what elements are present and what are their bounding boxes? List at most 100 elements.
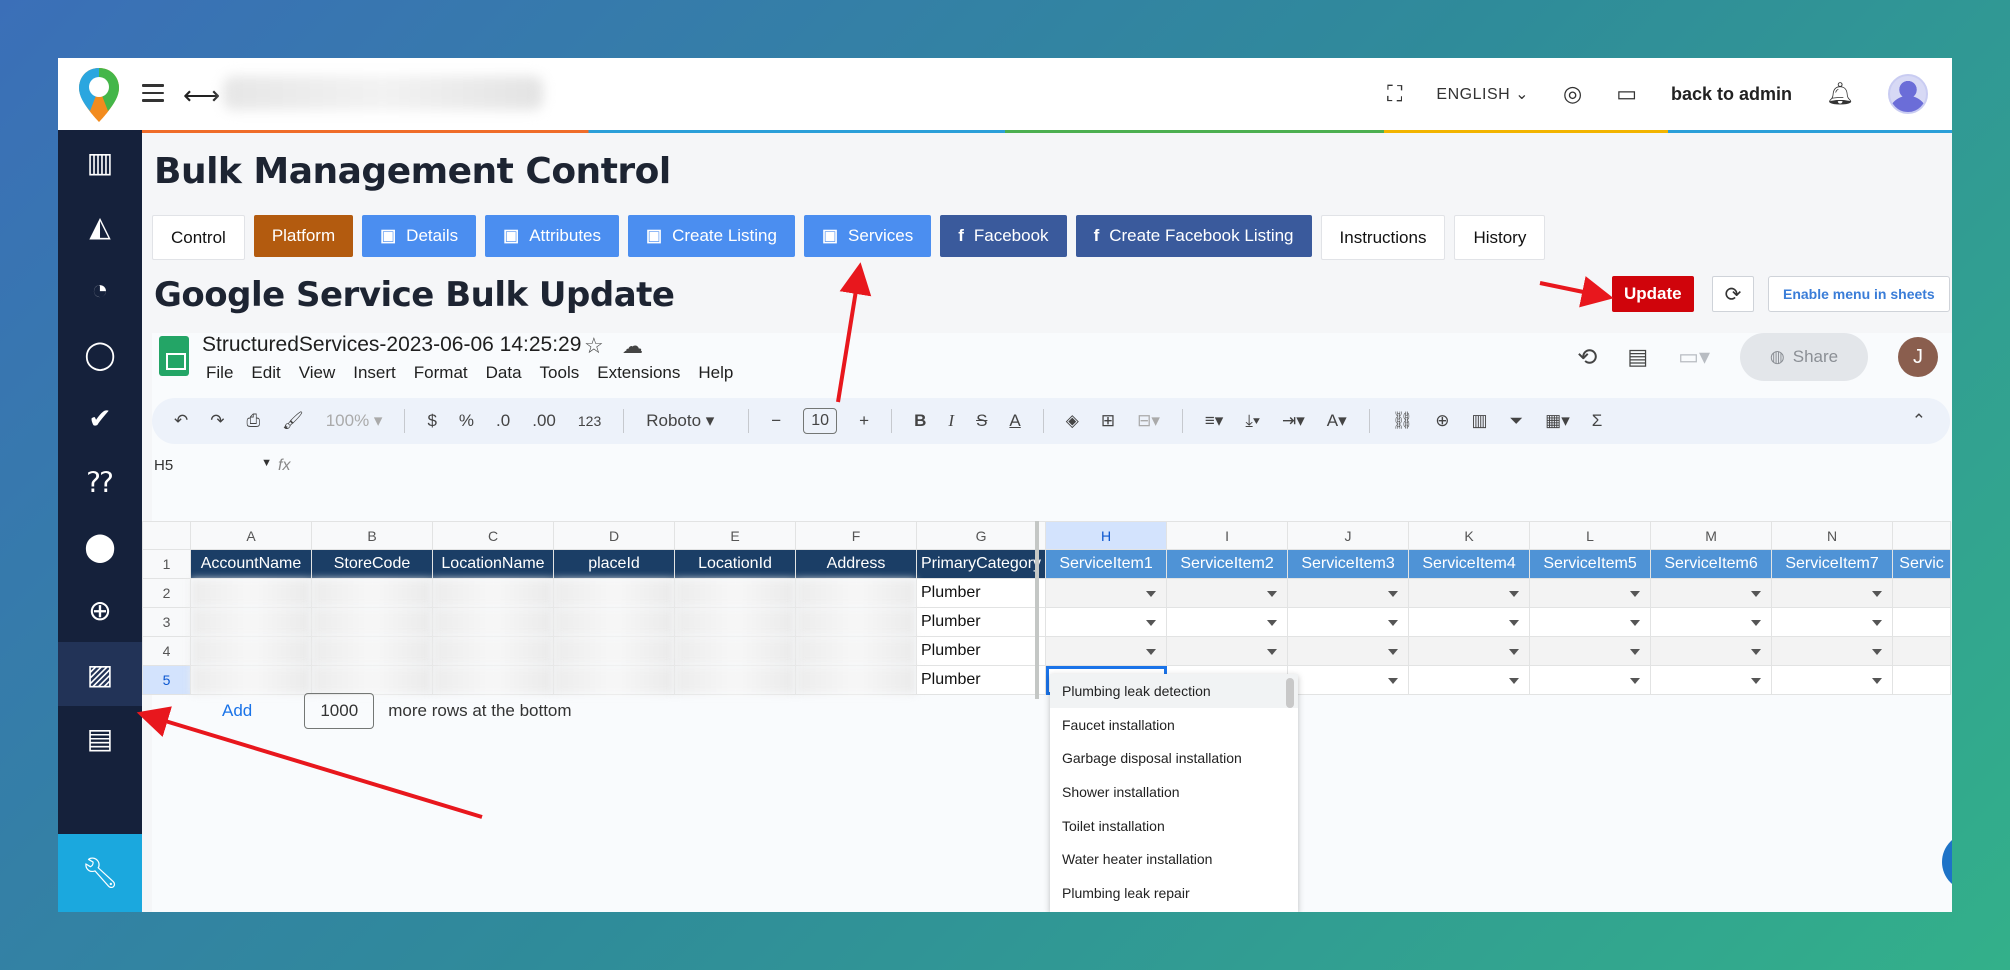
blurred-cell[interactable] — [190, 665, 312, 695]
service-dropdown-cell[interactable] — [1287, 636, 1410, 666]
dropdown-option[interactable]: Shower installation — [1050, 775, 1298, 809]
blurred-cell[interactable] — [311, 607, 433, 637]
row-number[interactable]: 1 — [142, 549, 191, 579]
location-pin-icon[interactable]: ⬤ — [58, 514, 142, 578]
cloud-status-icon[interactable]: ☁ — [622, 334, 643, 359]
decrease-font-icon[interactable]: − — [771, 411, 781, 431]
language-selector[interactable]: ENGLISH ⌄ — [1436, 84, 1529, 104]
blurred-cell[interactable] — [190, 607, 312, 637]
service-dropdown-cell[interactable] — [1166, 636, 1289, 666]
service-dropdown-cell[interactable] — [1408, 665, 1531, 695]
tab-control[interactable]: Control — [152, 215, 245, 260]
service-dropdown-cell[interactable] — [1529, 578, 1652, 608]
support-icon[interactable]: ◎ — [1563, 81, 1582, 107]
dropdown-option[interactable]: Toilet installation — [1050, 809, 1298, 843]
column-header[interactable]: I — [1166, 521, 1289, 550]
dropdown-option[interactable]: Water heater installation — [1050, 842, 1298, 876]
cell[interactable] — [1892, 665, 1952, 695]
header-cell[interactable]: LocationName — [432, 549, 554, 579]
menu-extensions[interactable]: Extensions — [597, 363, 680, 383]
bell-icon[interactable]: 🔔︎ — [1826, 81, 1854, 107]
category-cell[interactable]: Plumber — [915, 607, 1047, 637]
service-dropdown-cell[interactable] — [1529, 636, 1652, 666]
service-dropdown-cell[interactable] — [1408, 607, 1531, 637]
enable-menu-button[interactable]: Enable menu in sheets — [1768, 276, 1950, 312]
dropdown-option[interactable]: Plumbing leak repair — [1050, 876, 1298, 910]
header-cell[interactable]: Address — [795, 549, 917, 579]
service-dropdown-cell[interactable] — [1529, 665, 1652, 695]
header-cell[interactable]: AccountName — [190, 549, 312, 579]
dropdown-option[interactable]: Garbage disposal installation — [1050, 741, 1298, 775]
blurred-cell[interactable] — [553, 578, 675, 608]
category-cell[interactable]: Plumber — [915, 665, 1047, 695]
column-header[interactable]: A — [190, 521, 312, 550]
blurred-cell[interactable] — [190, 578, 312, 608]
header-cell[interactable]: ServiceItem5 — [1529, 549, 1652, 579]
menu-edit[interactable]: Edit — [251, 363, 280, 383]
bold-icon[interactable]: B — [914, 411, 926, 431]
blurred-cell[interactable] — [432, 636, 554, 666]
redo-icon[interactable]: ↷ — [210, 411, 224, 431]
header-cell[interactable]: LocationId — [674, 549, 796, 579]
dropdown-scrollbar[interactable] — [1286, 678, 1294, 708]
check-circle-icon[interactable]: ✔ — [58, 386, 142, 450]
font-size-input[interactable]: 10 — [803, 408, 838, 434]
column-header[interactable]: G — [915, 521, 1047, 550]
sheets-logo-icon[interactable] — [159, 336, 189, 376]
text-color-icon[interactable]: A — [1009, 411, 1020, 431]
number-format-icon[interactable]: 123 — [578, 413, 601, 429]
blurred-cell[interactable] — [432, 607, 554, 637]
version-history-icon[interactable]: ⟲ — [1577, 343, 1597, 372]
cell[interactable] — [1892, 578, 1952, 608]
borders-icon[interactable]: ⊞ — [1101, 411, 1115, 431]
category-cell[interactable]: Plumber — [915, 636, 1047, 666]
wrench-icon[interactable]: 🔧︎ — [58, 834, 142, 912]
corner-cell[interactable] — [142, 521, 191, 550]
column-header[interactable]: J — [1287, 521, 1410, 550]
chart-icon[interactable]: ▥ — [1471, 411, 1487, 431]
service-dropdown-cell[interactable] — [1650, 636, 1773, 666]
service-dropdown-cell[interactable] — [1408, 578, 1531, 608]
column-header[interactable]: D — [553, 521, 675, 550]
meet-icon[interactable]: ▭▾ — [1678, 344, 1710, 370]
menu-help[interactable]: Help — [698, 363, 733, 383]
share-button[interactable]: ◍ Share — [1740, 333, 1868, 381]
service-dropdown-cell[interactable] — [1166, 578, 1289, 608]
blurred-cell[interactable] — [432, 665, 554, 695]
tab-details[interactable]: ▣ Details — [362, 215, 477, 257]
expand-horizontal-icon[interactable]: ⟷ — [183, 80, 220, 111]
column-header[interactable]: B — [311, 521, 433, 550]
cell[interactable] — [1892, 636, 1952, 666]
menu-format[interactable]: Format — [414, 363, 468, 383]
blurred-cell[interactable] — [795, 636, 917, 666]
column-header[interactable]: H — [1045, 521, 1168, 550]
blurred-cell[interactable] — [311, 578, 433, 608]
refresh-icon[interactable]: ⟳ — [1712, 276, 1754, 312]
freeze-divider[interactable] — [1035, 521, 1039, 699]
row-number[interactable]: 5 — [142, 665, 191, 695]
text-wrap-icon[interactable]: ⇥▾ — [1282, 411, 1305, 431]
chat-icon[interactable]: ▭ — [1616, 81, 1637, 107]
link-icon[interactable]: ⛓ — [1392, 411, 1414, 431]
update-button[interactable]: Update — [1612, 276, 1694, 312]
align-left-icon[interactable]: ≡▾ — [1205, 411, 1223, 431]
add-rows-button[interactable]: Add — [222, 701, 252, 721]
zoom-select[interactable]: 100% ▾ — [326, 411, 383, 431]
blurred-cell[interactable] — [311, 636, 433, 666]
column-header[interactable]: F — [795, 521, 917, 550]
header-cell[interactable]: PrimaryCategory — [915, 549, 1047, 579]
column-header[interactable] — [1892, 521, 1952, 550]
strikethrough-icon[interactable]: S — [976, 411, 987, 431]
blurred-cell[interactable] — [674, 578, 796, 608]
service-dropdown-cell[interactable] — [1287, 578, 1410, 608]
area-chart-icon[interactable]: ◭ — [58, 194, 142, 258]
service-dropdown-cell[interactable] — [1045, 636, 1168, 666]
tab-platform[interactable]: Platform — [253, 215, 354, 257]
menu-tools[interactable]: Tools — [540, 363, 580, 383]
service-dropdown-cell[interactable] — [1287, 665, 1410, 695]
header-cell[interactable]: ServiceItem3 — [1287, 549, 1410, 579]
blurred-cell[interactable] — [795, 578, 917, 608]
dropdown-option[interactable]: Plumbing leak detection — [1050, 674, 1298, 708]
fullscreen-icon[interactable]: ⛶ — [1387, 81, 1402, 107]
merge-cells-icon[interactable]: ⊟▾ — [1137, 411, 1160, 431]
